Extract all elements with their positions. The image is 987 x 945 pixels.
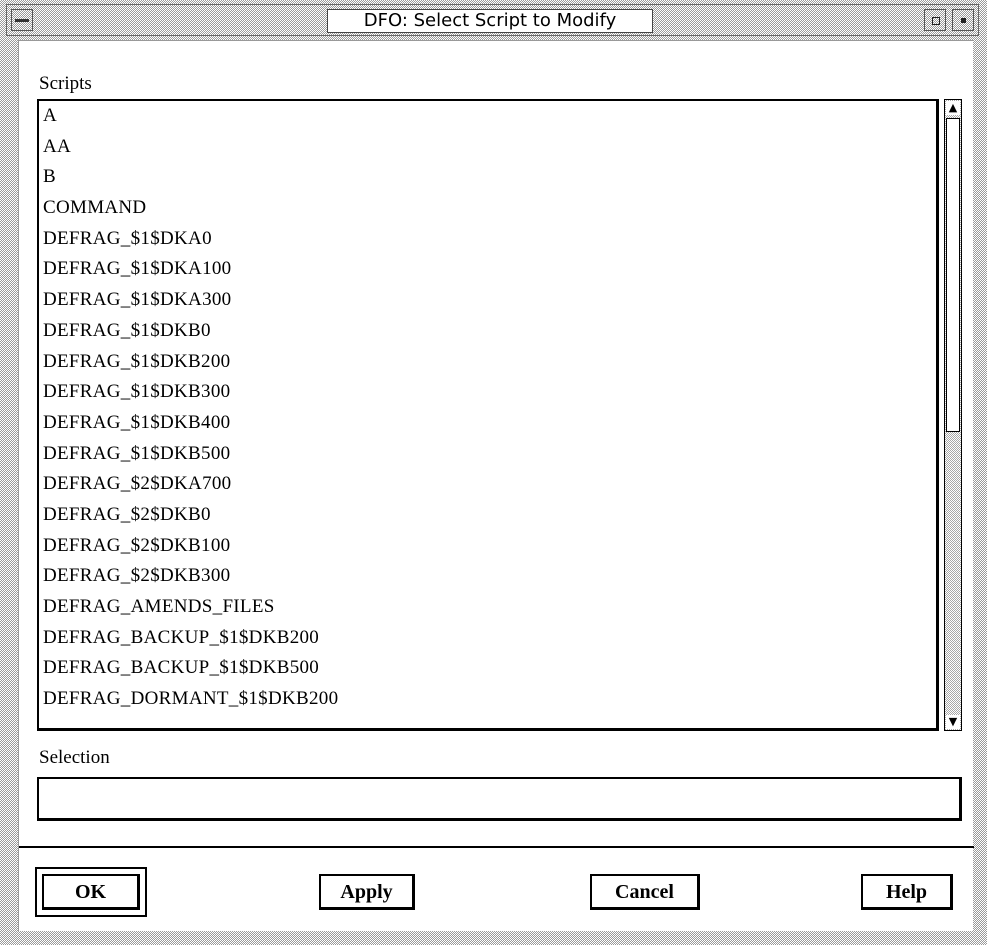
window-title: DFO: Select Script to Modify bbox=[327, 9, 653, 33]
menu-bar-glyph bbox=[15, 19, 29, 22]
list-item[interactable]: DEFRAG_$1$DKB400 bbox=[39, 408, 936, 439]
help-button[interactable]: Help bbox=[861, 874, 953, 910]
close-icon[interactable] bbox=[952, 9, 974, 31]
dialog-window: DFO: Select Script to Modify Scripts A AA… bbox=[0, 0, 987, 945]
list-item[interactable]: DEFRAG_$2$DKB100 bbox=[39, 531, 936, 562]
maximize-icon[interactable] bbox=[924, 9, 946, 31]
title-bar[interactable]: DFO: Select Script to Modify bbox=[6, 4, 979, 36]
list-item[interactable]: COMMAND bbox=[39, 193, 936, 224]
maximize-box-glyph bbox=[932, 17, 940, 25]
cancel-button[interactable]: Cancel bbox=[590, 874, 700, 910]
list-item[interactable]: DEFRAG_$1$DKB500 bbox=[39, 439, 936, 470]
list-item[interactable]: DEFRAG_$2$DKB0 bbox=[39, 500, 936, 531]
selection-label: Selection bbox=[39, 747, 110, 768]
list-item[interactable]: DEFRAG_$1$DKB300 bbox=[39, 377, 936, 408]
list-item[interactable]: B bbox=[39, 162, 936, 193]
dialog-body: Scripts A AA B COMMAND DEFRAG_$1$DKA0 DEFRAG_… bbox=[18, 40, 974, 931]
list-item[interactable]: DEFRAG_$1$DKA300 bbox=[39, 285, 936, 316]
button-separator bbox=[19, 846, 974, 848]
window-menu-icon[interactable] bbox=[11, 9, 33, 31]
list-item[interactable]: DEFRAG_$2$DKB300 bbox=[39, 561, 936, 592]
ok-button[interactable]: OK bbox=[42, 874, 140, 910]
scripts-list[interactable]: A AA B COMMAND DEFRAG_$1$DKA0 DEFRAG_$1$DKA10… bbox=[37, 99, 939, 731]
scroll-thumb[interactable] bbox=[946, 118, 960, 432]
list-item[interactable]: DEFRAG_BACKUP_$1$DKB200 bbox=[39, 623, 936, 654]
arrow-up-icon[interactable]: ▲ bbox=[946, 101, 960, 115]
list-item[interactable]: DEFRAG_DORMANT_$1$DKB200 bbox=[39, 684, 936, 715]
list-item[interactable]: DEFRAG_$2$DKA700 bbox=[39, 469, 936, 500]
list-item[interactable]: DEFRAG_$1$DKA0 bbox=[39, 224, 936, 255]
list-item[interactable]: AA bbox=[39, 132, 936, 163]
list-item[interactable]: A bbox=[39, 101, 936, 132]
list-item[interactable]: DEFRAG_$1$DKB200 bbox=[39, 347, 936, 378]
list-item[interactable]: DEFRAG_BACKUP_$1$DKB500 bbox=[39, 653, 936, 684]
close-dot-glyph bbox=[961, 18, 966, 23]
selection-input[interactable] bbox=[37, 777, 962, 821]
default-button-frame: OK bbox=[35, 867, 147, 917]
list-item[interactable]: DEFRAG_$1$DKB0 bbox=[39, 316, 936, 347]
list-item[interactable]: DEFRAG_$1$DKA100 bbox=[39, 254, 936, 285]
scripts-scrollbar[interactable]: ▲ ▼ bbox=[944, 99, 962, 731]
apply-button[interactable]: Apply bbox=[319, 874, 415, 910]
arrow-down-icon[interactable]: ▼ bbox=[946, 715, 960, 729]
list-item[interactable]: DEFRAG_AMENDS_FILES bbox=[39, 592, 936, 623]
scripts-label: Scripts bbox=[39, 73, 92, 94]
